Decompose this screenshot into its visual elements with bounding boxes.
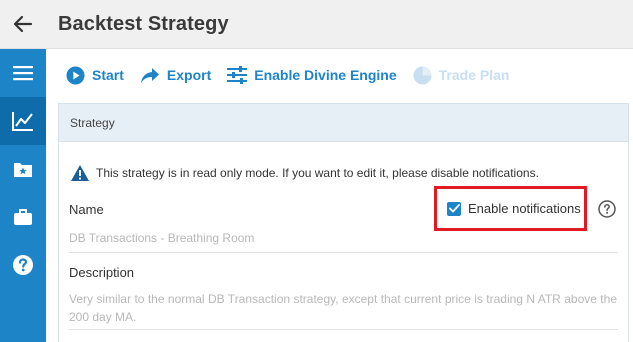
export-label: Export [166,67,212,83]
arrow-left-icon [13,15,33,33]
page-title: Backtest Strategy [58,12,229,35]
briefcase-icon [14,209,32,225]
title-bar: Backtest Strategy [0,0,633,49]
start-label: Start [92,67,124,83]
description-field-underline [69,329,618,330]
back-button[interactable] [0,0,46,49]
question-circle-icon [13,255,33,275]
description-label: Description [69,265,135,280]
sliders-icon [227,66,248,84]
name-label: Name [69,202,104,217]
sidebar-item-starred[interactable] [0,145,46,193]
start-button[interactable]: Start [66,66,124,85]
folder-star-icon [14,163,32,177]
help-circle-icon [598,200,616,218]
notifications-help-button[interactable] [598,200,616,223]
checkmark-icon [448,204,460,213]
hamburger-icon [13,66,33,81]
toolbar: Start Export Enable Divine Engine Trade … [46,49,633,101]
enable-divine-engine-label: Enable Divine Engine [254,67,397,83]
name-field-underline [69,252,618,253]
read-only-warning: This strategy is in read only mode. If y… [70,164,539,182]
play-circle-icon [66,66,85,84]
enable-divine-engine-button[interactable]: Enable Divine Engine [227,66,397,84]
panel-header: Strategy [59,104,628,142]
enable-notifications-label[interactable]: Enable notifications [468,201,581,216]
pie-chart-icon [413,66,432,84]
sidebar-item-portfolio[interactable] [0,193,46,241]
sidebar-item-menu[interactable] [0,49,46,97]
enable-notifications-checkbox[interactable] [447,201,461,216]
sidebar-item-help[interactable] [0,241,46,289]
share-arrow-icon [140,67,159,83]
panel-title: Strategy [70,115,115,130]
warning-text: This strategy is in read only mode. If y… [96,166,539,180]
name-field[interactable]: DB Transactions - Breathing Room [69,229,254,247]
trade-plan-label: Trade Plan [438,67,510,83]
warning-triangle-icon [71,165,89,181]
description-field[interactable]: Very similar to the normal DB Transactio… [69,290,617,326]
sidebar [0,49,46,342]
trade-plan-button[interactable]: Trade Plan [413,66,510,85]
sidebar-item-charts[interactable] [0,97,46,145]
chart-line-icon [12,112,33,131]
notifications-highlight: Enable notifications [434,186,587,231]
export-button[interactable]: Export [140,67,211,84]
